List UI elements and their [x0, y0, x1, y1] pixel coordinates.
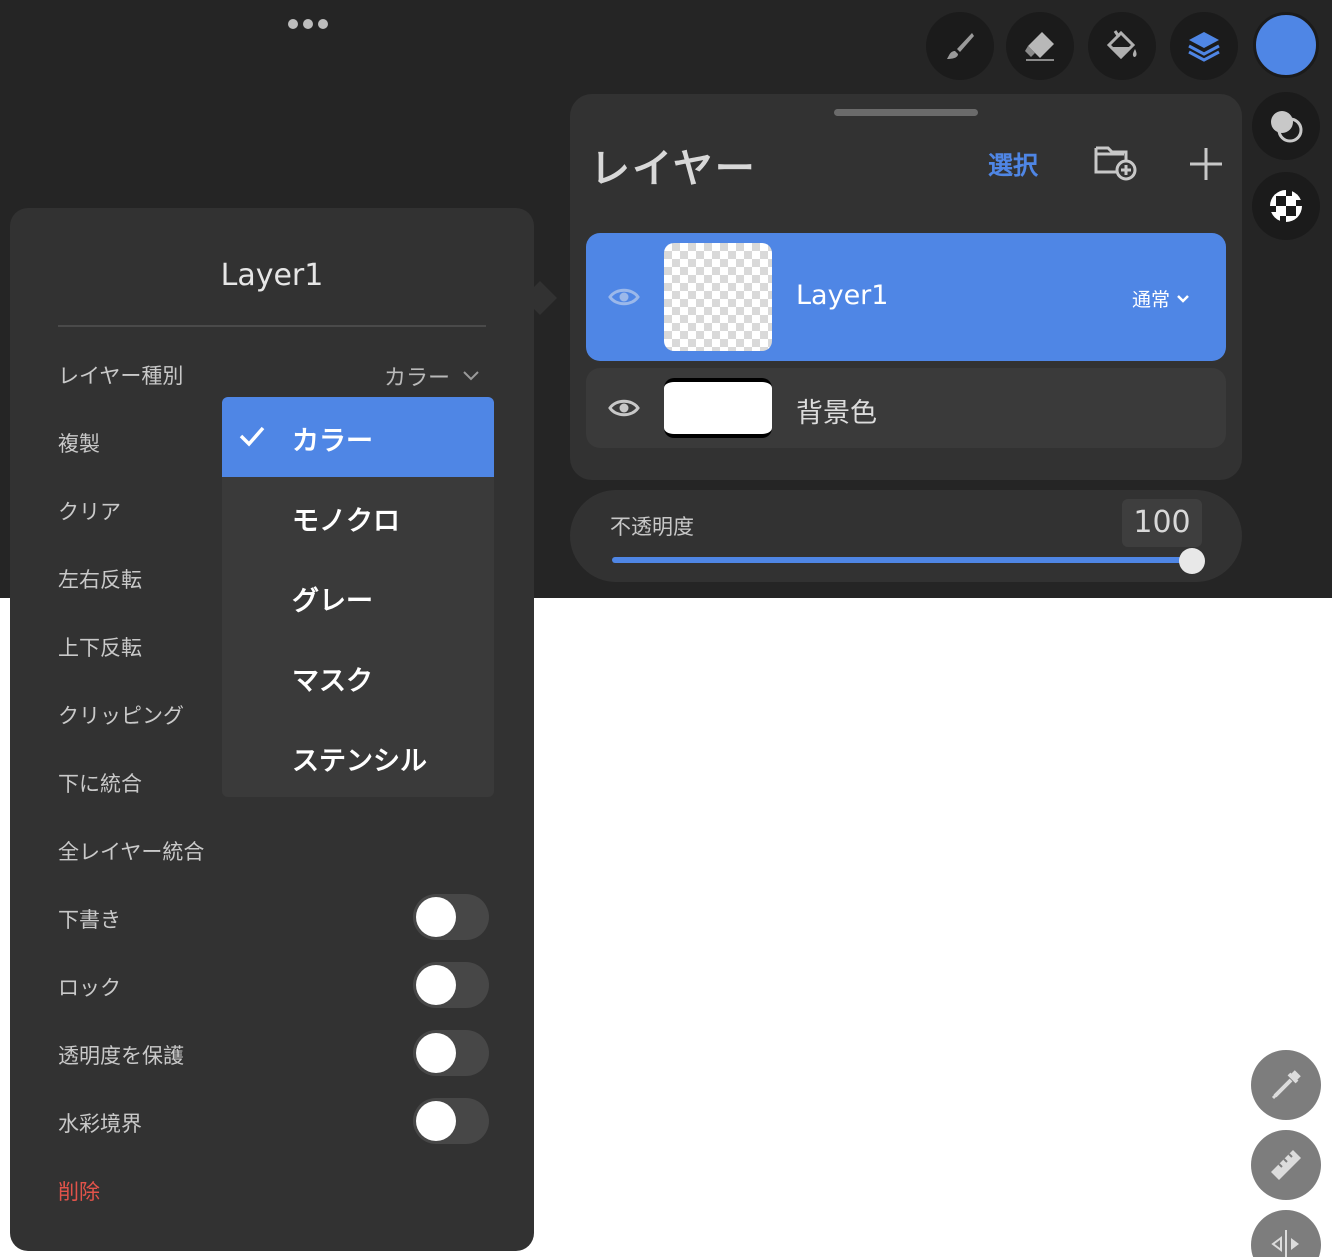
brush-tool-button[interactable]: [926, 12, 994, 80]
symmetry-icon: [1271, 1230, 1299, 1257]
eraser-icon: [1025, 32, 1054, 61]
eraser-tool-button[interactable]: [1006, 12, 1074, 80]
dropdown-option-mono[interactable]: モノクロ: [222, 477, 494, 557]
layers-icon: [1188, 32, 1220, 62]
dropdown-option-color[interactable]: カラー: [222, 397, 494, 477]
toggle-knob: [416, 897, 456, 937]
dropdown-option-label: マスク: [292, 666, 373, 697]
add-layer-button[interactable]: [1186, 144, 1226, 184]
toggle-knob: [416, 965, 456, 1005]
menu-item-clear[interactable]: クリア: [58, 496, 121, 526]
dropdown-option-mask[interactable]: マスク: [222, 637, 494, 717]
checker-circle-icon: [1270, 190, 1302, 222]
layers-panel: レイヤー 選択 Layer1 通常 背景色: [570, 94, 1242, 480]
folder-add-icon: [1094, 146, 1137, 181]
drag-handle[interactable]: [834, 109, 978, 116]
opacity-panel: 不透明度 100: [570, 490, 1242, 582]
layers-tool-button[interactable]: [1170, 12, 1238, 80]
ruler-button[interactable]: [1251, 1130, 1321, 1200]
delete-button[interactable]: 削除: [58, 1176, 100, 1206]
opacity-value[interactable]: 100: [1122, 499, 1202, 547]
more-options-icon[interactable]: [284, 16, 332, 32]
toggle-draft[interactable]: [413, 894, 489, 940]
toggle-label-watercolor-edge: 水彩境界: [58, 1112, 142, 1136]
layers-title: レイヤー: [590, 146, 757, 192]
menu-item-clipping[interactable]: クリッピング: [58, 700, 184, 730]
opacity-slider[interactable]: [612, 557, 1192, 563]
eye-icon[interactable]: [608, 397, 640, 419]
toggle-knob: [416, 1033, 456, 1073]
toggle-knob: [416, 1101, 456, 1141]
add-folder-button[interactable]: [1094, 142, 1138, 182]
menu-item-duplicate[interactable]: 複製: [58, 428, 100, 458]
chevron-down-icon: [1177, 294, 1189, 303]
opacity-label: 不透明度: [610, 515, 694, 539]
eyedropper-icon: [1271, 1070, 1301, 1100]
dropdown-option-stencil[interactable]: ステンシル: [222, 717, 494, 797]
fill-bucket-icon: [1106, 30, 1137, 60]
divider: [58, 325, 486, 327]
transparency-tool-button[interactable]: [1252, 172, 1320, 240]
eyedropper-button[interactable]: [1251, 1050, 1321, 1120]
toggle-label-protect-alpha: 透明度を保護: [58, 1044, 184, 1068]
overlap-circles-icon: [1271, 111, 1303, 143]
dropdown-option-gray[interactable]: グレー: [222, 557, 494, 637]
menu-item-flip-horizontal[interactable]: 左右反転: [58, 564, 142, 594]
opacity-slider-knob[interactable]: [1179, 548, 1205, 574]
blend-tool-button[interactable]: [1252, 92, 1320, 160]
chevron-down-icon: [463, 371, 479, 381]
layer-thumbnail: [664, 243, 772, 351]
menu-item-merge-down[interactable]: 下に統合: [58, 768, 142, 798]
layer-name: Layer1: [796, 280, 889, 311]
layer-row-background[interactable]: 背景色: [586, 368, 1226, 448]
dropdown-option-label: ステンシル: [292, 746, 427, 777]
layer-row-layer1[interactable]: Layer1 通常: [586, 233, 1226, 361]
menu-item-merge-all[interactable]: 全レイヤー統合: [58, 836, 204, 866]
symmetry-button[interactable]: [1251, 1210, 1321, 1257]
dropdown-option-label: モノクロ: [292, 506, 400, 537]
layer-type-label: レイヤー種別: [58, 364, 184, 388]
fill-tool-button[interactable]: [1088, 12, 1156, 80]
layer-type-selector[interactable]: カラー: [384, 360, 480, 392]
layer-type-value: カラー: [384, 366, 451, 391]
dropdown-option-label: カラー: [292, 426, 373, 457]
ruler-icon: [1271, 1150, 1301, 1180]
checkmark-icon: [239, 426, 265, 447]
plus-icon: [1190, 148, 1222, 180]
blend-mode-selector[interactable]: 通常: [1132, 285, 1190, 312]
select-button[interactable]: 選択: [988, 146, 1038, 182]
toggle-label-lock: ロック: [58, 976, 121, 1000]
toggle-protect-alpha[interactable]: [413, 1030, 489, 1076]
layer-thumbnail: [664, 378, 772, 438]
toggle-label-draft: 下書き: [58, 908, 121, 932]
layer-type-dropdown: カラー モノクロ グレー マスク ステンシル: [222, 397, 494, 797]
layer-name: 背景色: [796, 398, 877, 429]
toggle-watercolor-edge[interactable]: [413, 1098, 489, 1144]
menu-item-flip-vertical[interactable]: 上下反転: [58, 632, 142, 662]
dropdown-option-label: グレー: [292, 586, 373, 617]
brush-icon: [947, 33, 974, 59]
menu-title: Layer1: [220, 258, 324, 293]
blend-mode-label: 通常: [1132, 289, 1171, 311]
eye-icon[interactable]: [608, 286, 640, 308]
color-picker-button[interactable]: [1253, 12, 1319, 78]
toggle-lock[interactable]: [413, 962, 489, 1008]
